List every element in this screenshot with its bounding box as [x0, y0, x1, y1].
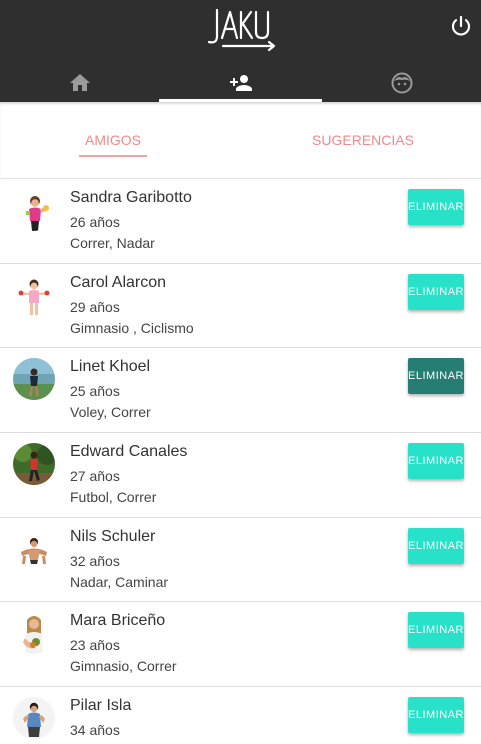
tab-friends[interactable] [159, 64, 322, 102]
friend-name: Sandra Garibotto [70, 189, 192, 206]
subtab-sugerencias[interactable]: SUGERENCIAS [300, 102, 426, 178]
subtab-active-underline [79, 155, 147, 157]
friend-age: 34 años [70, 722, 120, 739]
friend-age: 25 años [70, 383, 120, 400]
remove-friend-button[interactable]: ELIMINAR [408, 358, 464, 395]
remove-friend-button[interactable]: ELIMINAR [408, 189, 464, 225]
avatar [13, 273, 55, 316]
add-person-icon [229, 75, 252, 91]
list-item[interactable]: Edward Canales 27 años Futbol, Correr EL… [0, 433, 481, 518]
avatar [13, 697, 55, 740]
friend-age: 27 años [70, 468, 120, 485]
home-icon [69, 74, 90, 91]
subtab-amigos[interactable]: AMIGOS [79, 102, 147, 178]
power-icon[interactable] [449, 14, 473, 38]
friend-sports: Gimnasio, Correr [70, 658, 177, 675]
friend-age: 23 años [70, 637, 120, 654]
friend-name: Mara Briceño [70, 612, 166, 630]
face-icon [391, 72, 412, 94]
remove-friend-button[interactable]: ELIMINAR [408, 273, 464, 310]
friend-age: 32 años [70, 552, 120, 569]
avatar [13, 189, 55, 231]
avatar [13, 612, 55, 655]
subtab-sugerencias-label: SUGERENCIAS [312, 132, 414, 148]
remove-friend-button[interactable]: ELIMINAR [408, 527, 464, 564]
friend-sports: Gimnasio , Ciclismo [70, 319, 194, 336]
friends-list: Sandra Garibotto 26 años Correr, Nadar E… [0, 179, 481, 744]
friend-age: 29 años [70, 298, 120, 315]
friend-name: Linet Khoel [70, 358, 151, 376]
friend-name: Pilar Isla [70, 697, 132, 715]
friend-sports: Voley, Correr [70, 404, 151, 421]
avatar [13, 443, 55, 486]
list-item[interactable]: Mara Briceño 23 años Gimnasio, Correr EL… [0, 602, 481, 688]
tab-profile[interactable] [322, 64, 481, 102]
friend-name: Carol Alarcon [70, 273, 167, 291]
app-header [0, 0, 481, 102]
list-item[interactable]: Sandra Garibotto 26 años Correr, Nadar E… [0, 179, 481, 264]
remove-friend-button[interactable]: ELIMINAR [408, 612, 464, 649]
friend-sports: Futbol, Correr [70, 489, 157, 506]
avatar [13, 358, 55, 401]
friend-age: 26 años [70, 214, 120, 230]
subtab-amigos-label: AMIGOS [84, 132, 141, 148]
avatar [13, 527, 55, 570]
friend-name: Edward Canales [70, 443, 188, 461]
friend-sports: Nadar, Caminar [70, 573, 169, 590]
friends-subtabs: AMIGOS SUGERENCIAS [0, 102, 481, 179]
remove-friend-button[interactable]: ELIMINAR [408, 697, 464, 734]
list-item[interactable]: Carol Alarcon 29 años Gimnasio , Ciclism… [0, 263, 481, 349]
list-item[interactable]: Pilar Isla 34 años ELIMINAR [0, 687, 481, 744]
friend-name: Nils Schuler [70, 527, 156, 545]
list-item[interactable]: Linet Khoel 25 años Voley, Correr ELIMIN… [0, 348, 481, 434]
remove-friend-button[interactable]: ELIMINAR [408, 443, 464, 480]
friend-sports: Correr, Nadar [70, 235, 155, 251]
tab-home[interactable] [0, 64, 159, 102]
jaku-logo [207, 8, 276, 52]
list-item[interactable]: Nils Schuler 32 años Nadar, Caminar ELIM… [0, 517, 481, 603]
